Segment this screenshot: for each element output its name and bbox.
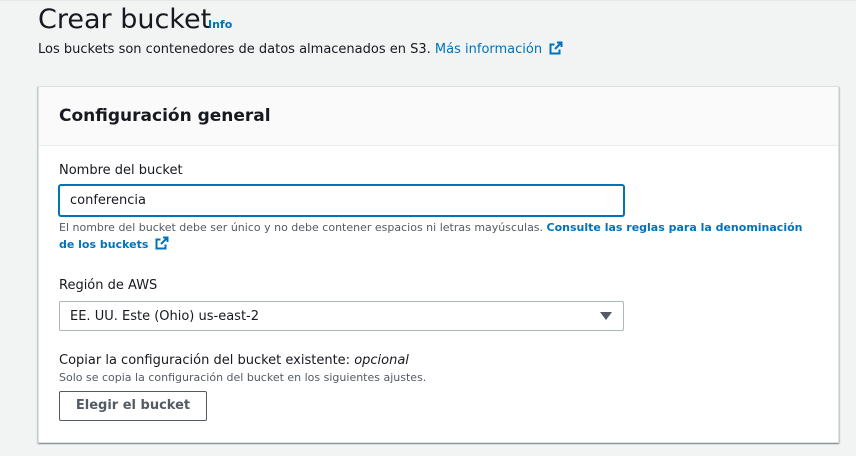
copy-config-label: Copiar la configuración del bucket exist… xyxy=(59,352,409,370)
aws-region-selected-value: EE. UU. Este (Ohio) us-east-2 xyxy=(70,309,260,324)
choose-bucket-button[interactable]: Elegir el bucket xyxy=(59,391,207,421)
more-info-link[interactable]: Más información xyxy=(434,41,563,57)
page-description: Los buckets son contenedores de datos al… xyxy=(38,41,563,61)
page-title: Crear bucket xyxy=(38,4,212,35)
bucket-name-input[interactable] xyxy=(59,185,624,216)
aws-region-label: Región de AWS xyxy=(59,278,158,293)
general-configuration-panel: Configuración general Nombre del bucket … xyxy=(38,86,839,443)
external-link-icon xyxy=(155,236,169,255)
panel-title: Configuración general xyxy=(59,106,271,126)
optional-tag: opcional xyxy=(354,353,409,368)
create-bucket-page: Crear bucket Info Los buckets son conten… xyxy=(0,0,856,456)
info-link[interactable]: Info xyxy=(208,18,232,32)
copy-config-hint: Solo se copia la configuración del bucke… xyxy=(59,371,427,384)
copy-config-label-text: Copiar la configuración del bucket exist… xyxy=(59,353,351,368)
aws-region-select[interactable]: EE. UU. Este (Ohio) us-east-2 xyxy=(59,301,624,331)
panel-header: Configuración general xyxy=(39,87,838,146)
top-divider xyxy=(0,0,856,1)
description-text: Los buckets son contenedores de datos al… xyxy=(38,42,431,57)
external-link-icon xyxy=(549,41,563,61)
more-info-link-label: Más información xyxy=(434,42,543,57)
bucket-name-hint-text: El nombre del bucket debe ser único y no… xyxy=(59,221,544,234)
bucket-name-label: Nombre del bucket xyxy=(59,163,183,178)
caret-down-icon xyxy=(600,312,612,320)
bucket-name-hint: El nombre del bucket debe ser único y no… xyxy=(59,220,819,255)
